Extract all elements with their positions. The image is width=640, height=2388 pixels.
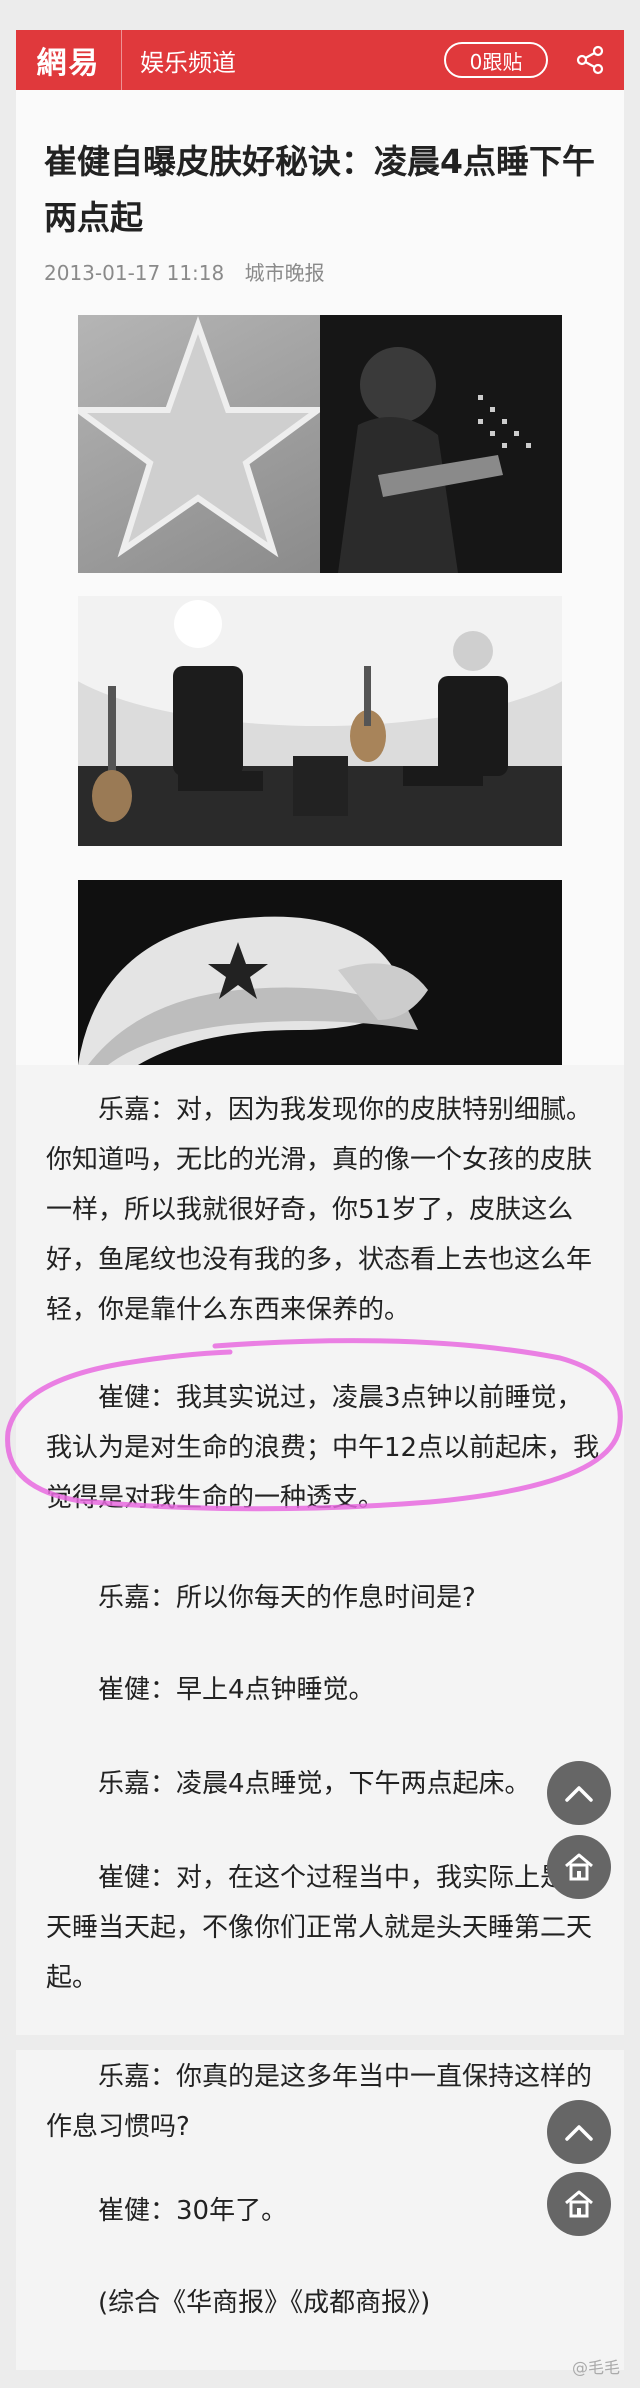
article-body-continued: 乐嘉：你真的是这多年当中一直保持这样的作息习惯吗? 崔健：30年了。 (综合《华… xyxy=(16,2050,624,2370)
article-meta: 2013-01-17 11:18 城市晚报 xyxy=(44,257,325,286)
netease-logo[interactable]: 網易 xyxy=(16,30,122,90)
share-icon[interactable] xyxy=(566,30,614,90)
paragraph: 乐嘉：凌晨4点睡觉，下午两点起床。 xyxy=(98,1769,531,1799)
article-body: 乐嘉：对，因为我发现你的皮肤特别细腻。你知道吗，无比的光滑，真的像一个女孩的皮肤… xyxy=(16,1065,624,2035)
source-note: (综合《华商报》《成都商报》) xyxy=(98,2288,431,2318)
watermark: @毛毛 xyxy=(571,2358,620,2377)
top-bar: 網易 娱乐频道 0跟贴 xyxy=(16,30,624,90)
home-icon xyxy=(565,2190,593,2218)
chevron-up-icon xyxy=(565,1786,593,1802)
channel-name[interactable]: 娱乐频道 xyxy=(122,43,444,78)
paragraph: 崔健：对，在这个过程当中，我实际上是当天睡当天起，不像你们正常人就是头天睡第二天… xyxy=(46,1863,593,1993)
paragraph: 乐嘉：对，因为我发现你的皮肤特别细腻。你知道吗，无比的光滑，真的像一个女孩的皮肤… xyxy=(46,1095,593,1325)
chevron-up-icon xyxy=(565,2125,593,2141)
article-photo-3[interactable] xyxy=(78,880,562,1065)
home-button[interactable] xyxy=(547,1835,611,1899)
article-card: 崔健自曝皮肤好秘诀：凌晨4点睡下午两点起 2013-01-17 11:18 城市… xyxy=(16,90,624,1065)
paragraph: 崔健：我其实说过，凌晨3点钟以前睡觉，我认为是对生命的浪费；中午12点以前起床，… xyxy=(46,1383,600,1513)
article-photo-1[interactable] xyxy=(78,315,562,573)
paragraph: 乐嘉：所以你每天的作息时间是? xyxy=(98,1583,476,1613)
home-button[interactable] xyxy=(547,2172,611,2236)
page: 網易 娱乐频道 0跟贴 崔健自曝皮肤好秘诀：凌晨4点睡下午两点起 2013-01… xyxy=(0,0,640,2388)
article-title: 崔健自曝皮肤好秘诀：凌晨4点睡下午两点起 xyxy=(44,142,595,237)
home-icon xyxy=(565,1853,593,1881)
scroll-top-button[interactable] xyxy=(547,2100,611,2164)
paragraph: 乐嘉：你真的是这多年当中一直保持这样的作息习惯吗? xyxy=(46,2062,593,2142)
comments-button[interactable]: 0跟贴 xyxy=(444,42,548,78)
article-source[interactable]: 城市晚报 xyxy=(245,261,325,285)
publish-date: 2013-01-17 11:18 xyxy=(44,261,225,285)
paragraph: 崔健：30年了。 xyxy=(98,2196,288,2226)
article-photo-2[interactable] xyxy=(78,596,562,846)
scroll-top-button[interactable] xyxy=(547,1761,611,1825)
paragraph: 崔健：早上4点钟睡觉。 xyxy=(98,1675,375,1705)
